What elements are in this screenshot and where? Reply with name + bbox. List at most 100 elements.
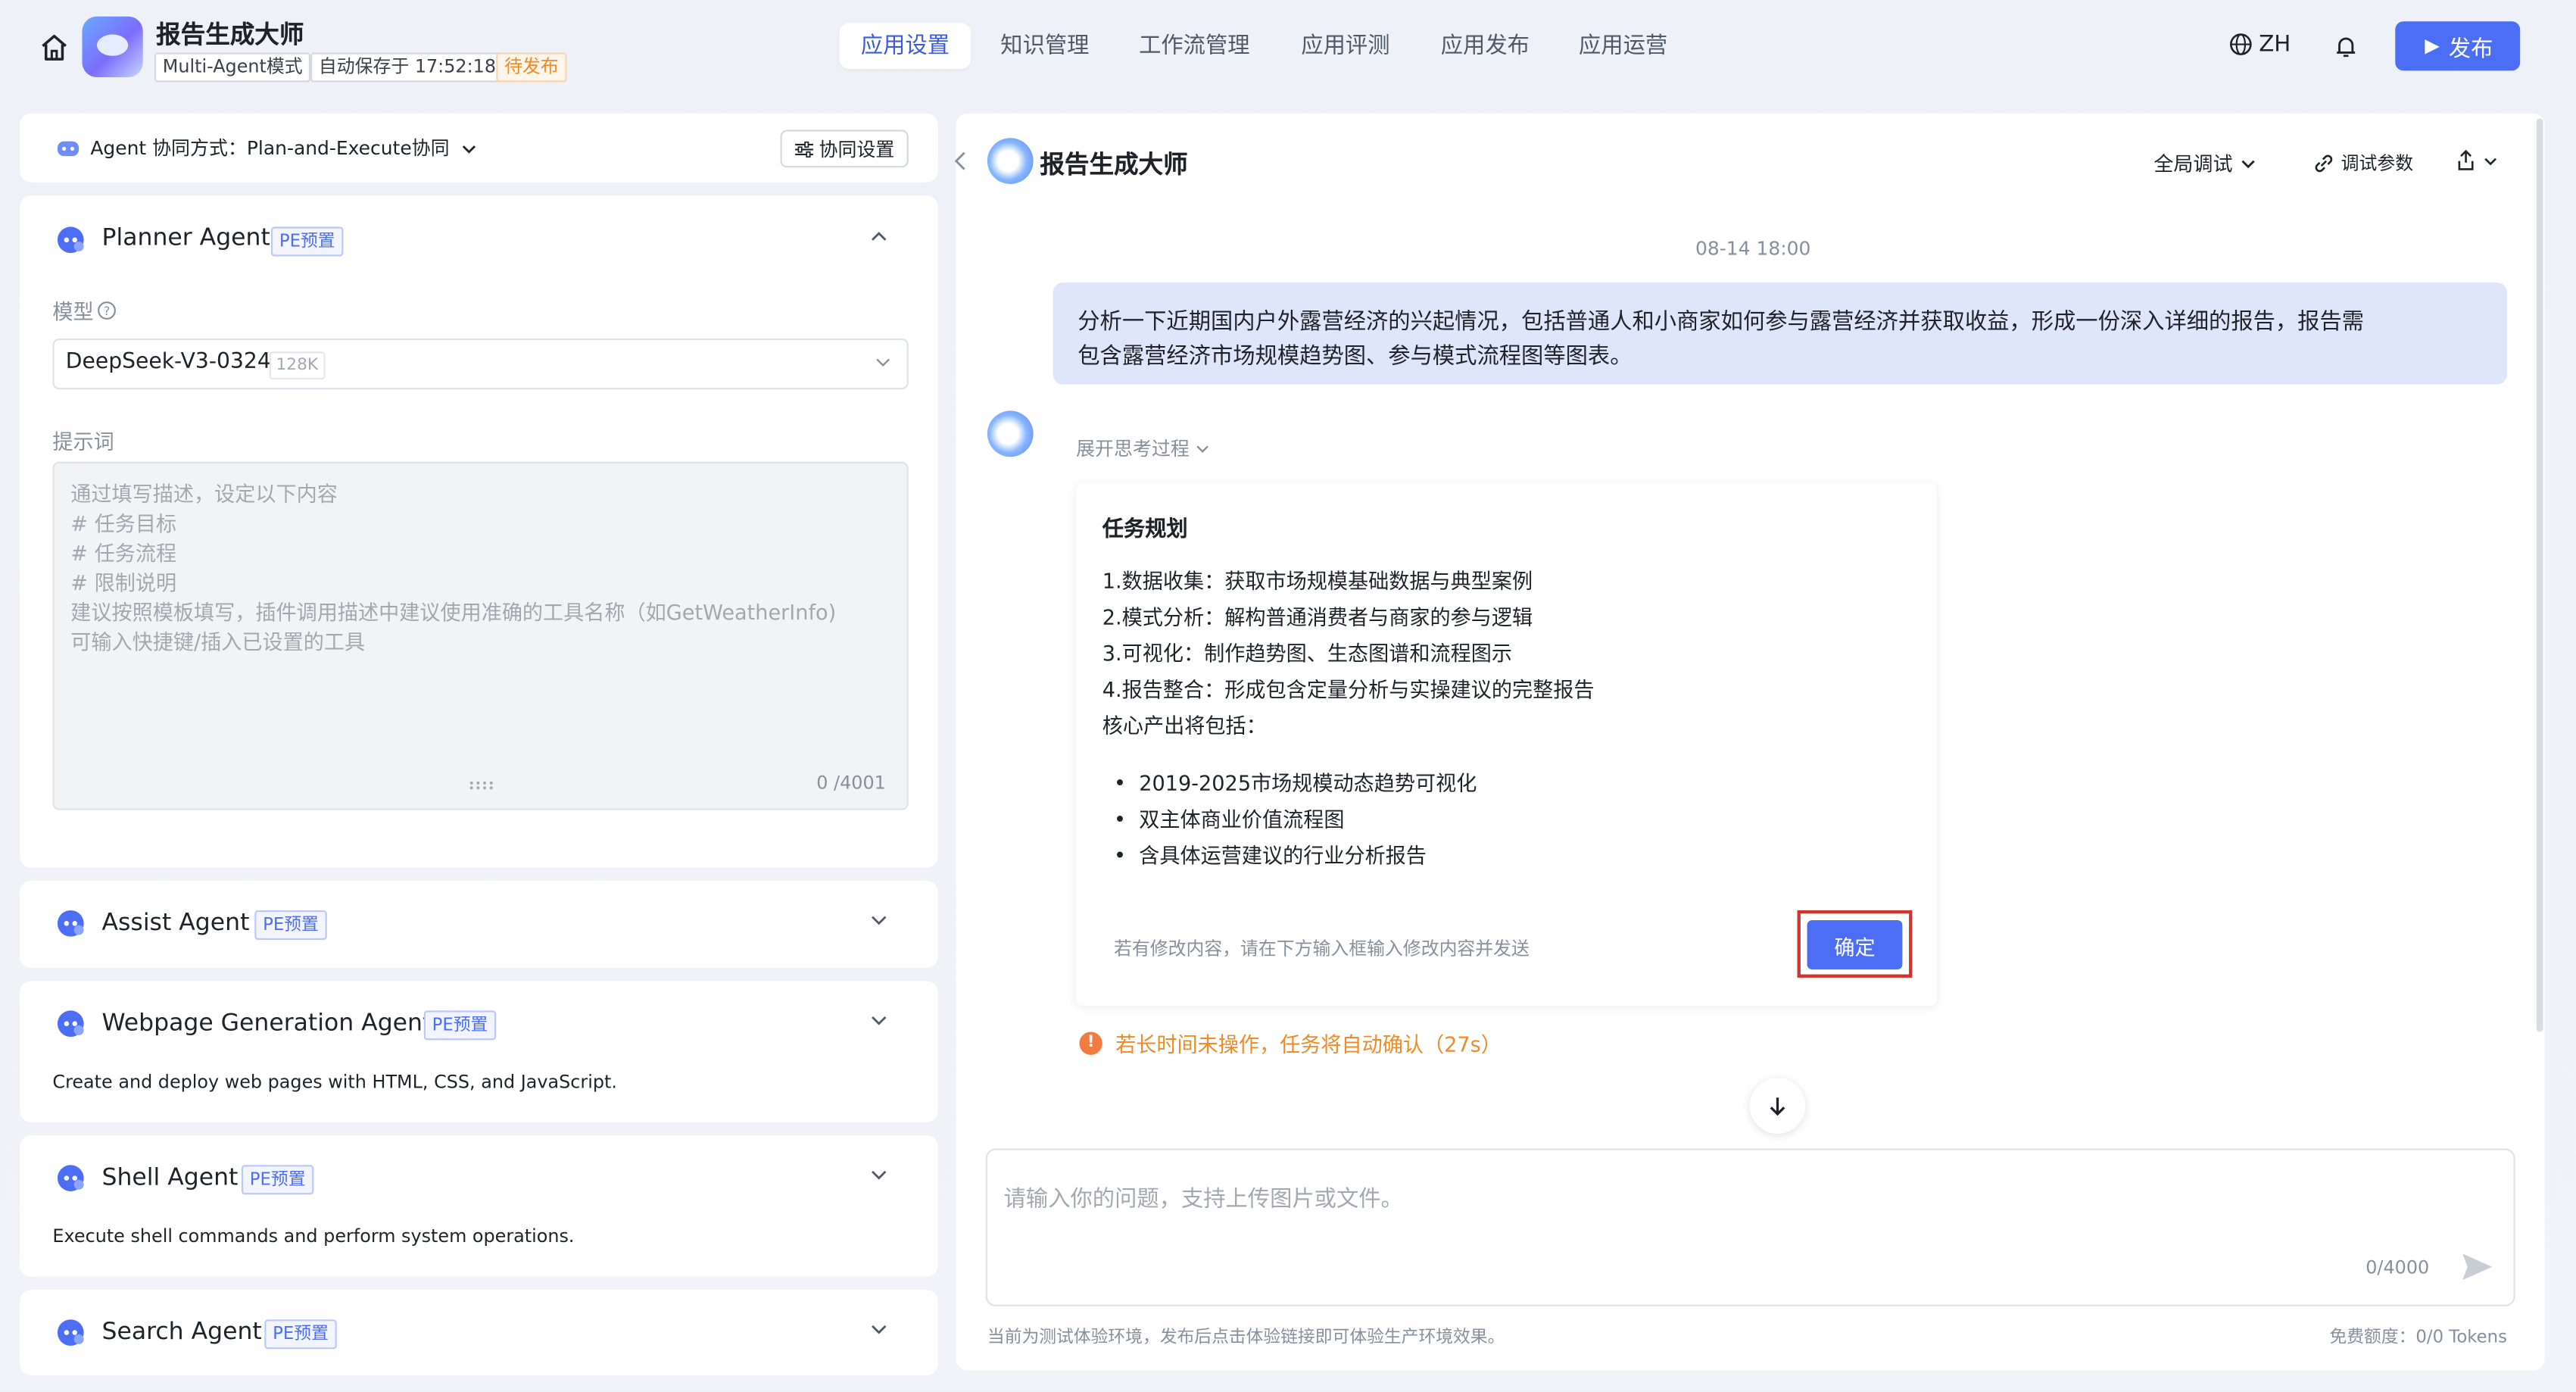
assist-agent-name: Assist Agent [101,910,250,937]
bot-avatar [987,138,1034,184]
agent-icon [57,1010,84,1038]
environment-note: 当前为测试体验环境，发布后点击体验链接即可体验生产环境效果。 [987,1328,1505,1348]
auto-confirm-warning: ! 若长时间未操作，任务将自动确认（27s） [1079,1027,1502,1058]
help-icon[interactable]: ? [97,300,117,320]
plan-step: 2.模式分析：解构普通消费者与商家的参与逻辑 [1102,604,1533,629]
autosave-tag: 自动保存于 17:52:18 [310,52,504,83]
app-logo [82,16,143,77]
agent-icon [57,910,84,937]
tab-operations[interactable]: 应用运营 [1561,23,1686,69]
shell-agent-tag: PE预置 [241,1165,314,1195]
chevron-down-icon [1196,445,1208,453]
debug-scope-dropdown[interactable]: 全局调试 [2153,149,2257,177]
mode-tag: Multi-Agent模式 [154,52,311,83]
publish-label: 发布 [2448,36,2493,61]
scroll-to-bottom-button[interactable] [1749,1078,1806,1135]
chevron-down-icon [461,145,476,153]
collab-settings-label: 协同设置 [819,137,895,161]
plan-edit-hint: 若有修改内容，请在下方输入框输入修改内容并发送 [1113,938,1530,960]
share-icon [2458,149,2474,170]
prompt-placeholder-line: 建议按照模板填写，插件调用描述中建议使用准确的工具名称（如GetWeatherI… [70,599,837,625]
collab-mode-label: Agent 协同方式：Plan-and-Execute协同 [90,136,450,160]
tab-knowledge[interactable]: 知识管理 [982,23,1107,69]
message-timestamp: 08-14 18:00 [1695,236,1811,260]
expand-thinking-toggle[interactable]: 展开思考过程 [1076,435,1211,462]
plan-step: 4.报告整合：形成包含定量分析与实操建议的完整报告 [1102,676,1595,702]
chevron-down-icon[interactable] [869,1319,889,1339]
agent-icon [57,1319,84,1346]
status-badge: 待发布 [496,52,567,83]
plan-outputs-label: 核心产出将包括： [1102,713,1267,738]
model-label: 模型 [52,298,94,324]
user-message-line: 包含露营经济市场规模趋势图、参与模式流程图等图表。 [1077,343,1633,370]
tab-app-settings[interactable]: 应用设置 [839,23,971,70]
chevron-down-icon [2241,160,2255,169]
collab-mode-dropdown[interactable]: Agent 协同方式：Plan-and-Execute协同 [56,135,478,161]
agent-icon [57,1165,84,1191]
prompt-placeholder-line: 可输入快捷键/插入已设置的工具 [70,629,366,654]
arrow-down-icon [1770,1097,1785,1116]
collab-settings-button[interactable]: 协同设置 [780,130,909,168]
chevron-up-icon[interactable] [869,226,889,246]
home-icon[interactable] [39,33,69,62]
chevron-down-icon [2484,157,2496,165]
plan-step: 1.数据收集：获取市场规模基础数据与典型案例 [1102,568,1533,594]
send-icon[interactable] [2461,1252,2493,1281]
robot-icon [57,141,80,157]
debug-scope-label: 全局调试 [2153,152,2233,176]
tab-evaluation[interactable]: 应用评测 [1283,23,1408,69]
tab-publish[interactable]: 应用发布 [1423,23,1548,69]
shell-agent-name: Shell Agent [101,1165,239,1191]
bell-icon[interactable] [2334,35,2357,60]
chevron-down-icon[interactable] [869,910,889,930]
language-switch[interactable]: ZH [2229,31,2291,58]
prompt-placeholder-line: # 限制说明 [70,570,177,595]
confirm-button[interactable]: 确定 [1807,919,1903,970]
webpage-agent-name: Webpage Generation Agent [101,1010,432,1038]
shell-agent-card[interactable] [20,1135,938,1277]
prompt-placeholder-line: # 任务流程 [70,540,177,566]
publish-button[interactable]: 发布 [2395,21,2521,71]
scrollbar[interactable] [2536,118,2543,1032]
auto-confirm-text: 若长时间未操作，任务将自动确认（27s） [1115,1032,1502,1057]
search-agent-name: Search Agent [101,1319,262,1346]
planner-agent-tag: PE预置 [270,226,344,257]
plan-output-item: • 含具体运营建议的行业分析报告 [1113,843,1427,868]
plan-output-item: • 双主体商业价值流程图 [1113,807,1345,832]
user-message-line: 分析一下近期国内户外露营经济的兴起情况，包括普通人和小商家如何参与露营经济并获取… [1077,308,2365,336]
chat-input[interactable] [985,1148,2515,1306]
chat-title: 报告生成大师 [1040,149,1188,179]
warning-icon: ! [1079,1031,1102,1054]
search-agent-tag: PE预置 [264,1319,337,1350]
model-context-tag: 128K [269,351,325,380]
debug-params-label: 调试参数 [2341,152,2414,174]
chat-input-placeholder: 请输入你的问题，支持上传图片或文件。 [1003,1186,1403,1213]
chevron-down-icon[interactable] [869,1010,889,1030]
think-toggle-label: 展开思考过程 [1076,437,1190,460]
sliders-icon [794,140,812,157]
prompt-char-count: 0 /4001 [816,772,886,794]
plan-title: 任务规划 [1102,517,1188,542]
model-value: DeepSeek-V3-0324 [65,350,271,375]
prompt-placeholder-line: 通过填写描述，设定以下内容 [70,481,338,507]
plan-step: 3.可视化：制作趋势图、生态图谱和流程图示 [1102,641,1512,666]
prompt-label: 提示词 [52,429,114,454]
shell-agent-desc: Execute shell commands and perform syste… [52,1225,575,1247]
app-title: 报告生成大师 [156,20,304,50]
agent-icon [57,226,84,254]
plan-output-item: • 2019-2025市场规模动态趋势可视化 [1113,770,1477,796]
language-label: ZH [2259,31,2291,58]
resize-handle-icon[interactable] [468,781,494,791]
debug-params-button[interactable]: 调试参数 [2313,149,2413,176]
share-dropdown[interactable] [2456,149,2499,170]
token-quota: 免费额度：0/0 Tokens [2329,1328,2508,1348]
chevron-down-icon[interactable] [869,1165,889,1184]
tab-workflow[interactable]: 工作流管理 [1124,23,1265,69]
prompt-placeholder-line: # 任务目标 [70,510,177,536]
bot-avatar [987,410,1034,457]
chevron-left-icon[interactable] [953,151,969,171]
globe-icon [2230,33,2252,55]
chat-input-count: 0/4000 [2365,1256,2430,1278]
send-icon [2424,38,2439,54]
webpage-agent-card[interactable] [20,981,938,1122]
